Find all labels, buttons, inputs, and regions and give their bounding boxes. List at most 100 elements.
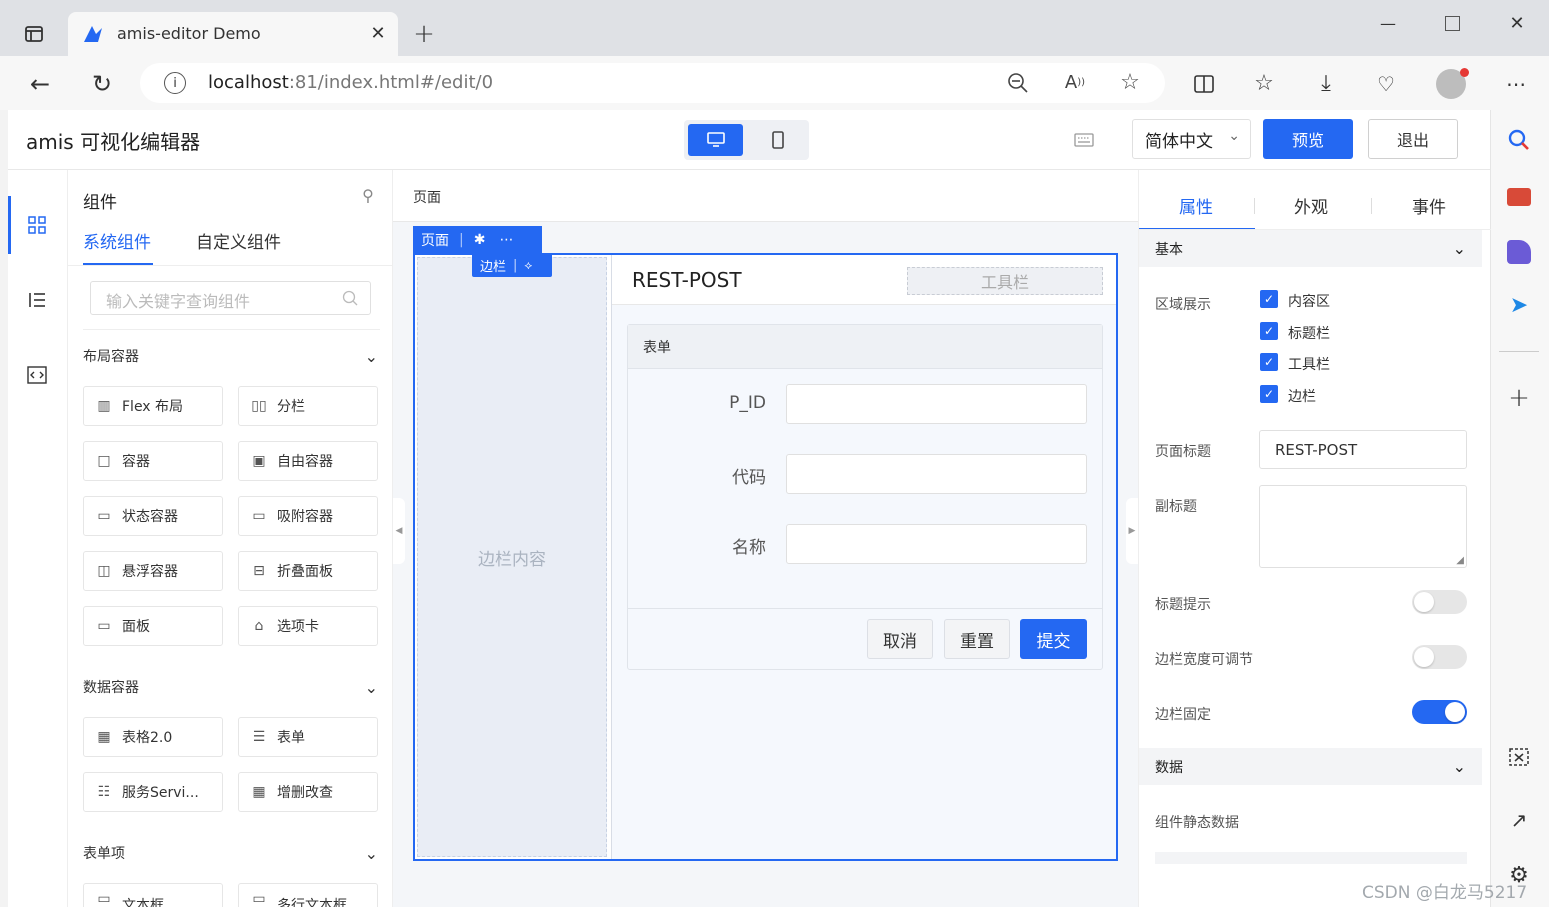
component-form[interactable]: ☰ 表单	[238, 717, 378, 757]
url-bar[interactable]: i localhost:81/index.html#/edit/0 A)) ☆	[140, 63, 1165, 103]
section-basic[interactable]: 基本 ⌄	[1139, 230, 1482, 267]
aside-resizable-switch[interactable]	[1412, 645, 1467, 669]
component-textarea[interactable]: ▭ 多行文本框	[238, 883, 378, 907]
more-icon[interactable]: ⋯	[1502, 70, 1530, 98]
tab-custom-components[interactable]: 自定义组件	[196, 228, 281, 253]
preview-button[interactable]: 预览	[1263, 119, 1353, 159]
checkbox-title[interactable]: ✓	[1260, 322, 1278, 340]
download-icon[interactable]: ⤓	[1312, 70, 1340, 98]
static-data-editor[interactable]	[1155, 852, 1467, 864]
section-form-items[interactable]: 表单项 ⌄	[83, 838, 383, 868]
mobile-mode-button[interactable]	[750, 124, 805, 156]
drag-icon[interactable]: ⟡	[524, 258, 532, 273]
favorite-star-icon[interactable]: ☆	[1118, 71, 1142, 95]
screenshot-icon[interactable]	[1505, 743, 1533, 771]
aside-region[interactable]: 边栏内容	[417, 257, 607, 857]
section-layout-container[interactable]: 布局容器 ⌄	[83, 341, 383, 371]
cancel-button[interactable]: 取消	[867, 619, 933, 659]
component-service[interactable]: ☷ 服务Servi...	[83, 772, 223, 812]
component-sticky-container[interactable]: ▭ 吸附容器	[238, 496, 378, 536]
pc-mode-button[interactable]	[688, 124, 743, 156]
submit-button[interactable]: 提交	[1020, 619, 1087, 659]
component-text-input[interactable]: ▭ 文本框	[83, 883, 223, 907]
minimize-icon[interactable]: —	[1376, 12, 1400, 36]
field-input-code[interactable]	[786, 454, 1087, 494]
sticky-container-icon: ▭	[252, 508, 266, 524]
component-state-container[interactable]: ▭ 状态容器	[83, 496, 223, 536]
component-search-input[interactable]: 输入关键字查询组件	[90, 281, 371, 315]
component-panel-item[interactable]: ▭ 面板	[83, 606, 223, 646]
checkbox-aside[interactable]: ✓	[1260, 385, 1278, 403]
left-icon-rail	[8, 170, 68, 907]
component-free-container[interactable]: ▣ 自由容器	[238, 441, 378, 481]
page-title-label: 页面标题	[1155, 444, 1211, 460]
maximize-icon[interactable]	[1445, 16, 1460, 31]
resize-handle-icon[interactable]: ◢	[1456, 555, 1464, 566]
reset-button[interactable]: 重置	[944, 619, 1010, 659]
tab-system-components[interactable]: 系统组件	[83, 228, 151, 253]
zoom-out-icon[interactable]	[1006, 71, 1030, 95]
component-columns[interactable]: ▯▯ 分栏	[238, 386, 378, 426]
code-icon[interactable]	[25, 363, 49, 387]
subtitle-textarea[interactable]: ◢	[1259, 485, 1467, 568]
new-tab-icon[interactable]: +	[410, 20, 438, 48]
section-data[interactable]: 数据 ⌄	[1139, 748, 1482, 785]
split-screen-icon[interactable]	[1190, 70, 1218, 98]
tab-actions-icon[interactable]	[20, 20, 48, 48]
component-tabs[interactable]: ⌂ 选项卡	[238, 606, 378, 646]
health-icon[interactable]: ♡	[1372, 70, 1400, 98]
tabs-icon: ⌂	[254, 618, 264, 634]
keyboard-icon[interactable]	[1072, 128, 1096, 152]
games-icon[interactable]	[1507, 240, 1531, 264]
pin-icon[interactable]: ⚲	[358, 186, 378, 206]
checkbox-content[interactable]: ✓	[1260, 290, 1278, 308]
breadcrumb[interactable]: 页面	[413, 187, 441, 207]
page-tag[interactable]: 页面 | ✱ ⋯	[413, 226, 542, 254]
tab-properties[interactable]: 属性	[1179, 193, 1213, 218]
title-tip-switch[interactable]	[1412, 590, 1467, 614]
close-window-icon[interactable]: ✕	[1505, 12, 1529, 36]
tabs-divider	[68, 265, 393, 266]
close-tab-icon[interactable]: ✕	[368, 24, 388, 44]
component-table2[interactable]: ▦ 表格2.0	[83, 717, 223, 757]
aside-content: 边栏内容	[478, 549, 546, 570]
add-sidebar-icon[interactable]: +	[1505, 384, 1533, 412]
component-flex-layout[interactable]: ▥ Flex 布局	[83, 386, 223, 426]
checkbox-toolbar[interactable]: ✓	[1260, 353, 1278, 371]
send-icon[interactable]: ➤	[1505, 294, 1533, 318]
back-icon[interactable]: ←	[26, 70, 54, 98]
tab-events[interactable]: 事件	[1412, 193, 1446, 218]
page-title[interactable]: REST-POST	[632, 268, 742, 292]
toolbox-icon[interactable]	[1507, 188, 1531, 206]
exit-button[interactable]: 退出	[1368, 119, 1458, 159]
aside-resizable-label: 边栏宽度可调节	[1155, 652, 1253, 668]
external-link-icon[interactable]: ↗	[1505, 806, 1533, 834]
info-icon[interactable]: i	[164, 72, 186, 94]
chevron-down-icon: ⌄	[1452, 757, 1466, 776]
field-input-pid[interactable]	[786, 384, 1087, 424]
section-data-container[interactable]: 数据容器 ⌄	[83, 672, 383, 702]
toolbar-placeholder[interactable]: 工具栏	[907, 267, 1103, 295]
language-select[interactable]: 简体中文 ⌄	[1132, 119, 1251, 159]
collapse-left-icon[interactable]: ◀	[393, 498, 405, 564]
aside-fixed-switch[interactable]	[1412, 700, 1467, 724]
outline-tree-icon[interactable]	[25, 288, 49, 312]
more-icon[interactable]: ⋯	[499, 232, 513, 248]
component-container[interactable]: □ 容器	[83, 441, 223, 481]
bug-icon[interactable]: ✱	[474, 232, 486, 248]
aside-tag[interactable]: 边栏 | ⟡	[472, 253, 552, 277]
search-icon[interactable]	[1505, 126, 1533, 154]
components-grid-icon[interactable]	[25, 213, 49, 237]
read-aloud-icon[interactable]: A))	[1062, 71, 1088, 95]
tab-appearance[interactable]: 外观	[1294, 193, 1328, 218]
component-collapse[interactable]: ⊟ 折叠面板	[238, 551, 378, 591]
collapse-right-icon[interactable]: ▶	[1126, 498, 1138, 564]
component-crud[interactable]: ▦ 增删改查	[238, 772, 378, 812]
page-title-input[interactable]: REST-POST	[1259, 430, 1467, 469]
browser-tab[interactable]: amis-editor Demo ✕	[68, 12, 398, 56]
refresh-icon[interactable]: ↻	[88, 70, 116, 98]
favorites-icon[interactable]: ☆	[1250, 70, 1278, 98]
component-float-container[interactable]: ◫ 悬浮容器	[83, 551, 223, 591]
form-footer-divider	[628, 608, 1102, 609]
field-input-name[interactable]	[786, 524, 1087, 564]
